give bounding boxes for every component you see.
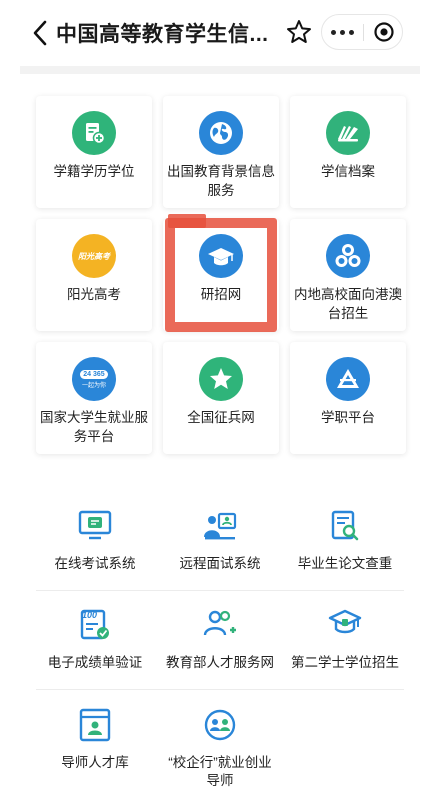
card-label: 出国教育背景信息服务 xyxy=(167,164,275,198)
talent-service-icon xyxy=(203,610,236,636)
tool-transcript-verify[interactable]: 100 电子成绩单验证 xyxy=(30,607,160,687)
card-conscription[interactable]: 全国征兵网 xyxy=(163,342,279,454)
three-circles-icon xyxy=(326,234,370,278)
card-hk-macao-taiwan[interactable]: 内地高校面向港澳台招生 xyxy=(290,219,406,331)
mentor-library-icon xyxy=(79,708,111,742)
online-exam-icon xyxy=(78,510,112,540)
highlight-annotation-stroke xyxy=(168,214,206,228)
card-label: 学籍学历学位 xyxy=(53,164,135,179)
tool-label: 远程面试系统 xyxy=(179,556,261,571)
logo-text-bottom: 一起为你 xyxy=(81,382,106,389)
card-employment-platform[interactable]: 24 365 一起为你 国家大学生就业服务平台 xyxy=(36,342,152,454)
card-overseas-education[interactable]: 出国教育背景信息服务 xyxy=(163,96,279,208)
tool-label: 在线考试系统 xyxy=(54,556,136,571)
card-label: 内地高校面向港澳台招生 xyxy=(294,287,402,321)
card-label: 学职平台 xyxy=(321,410,375,425)
tool-label: 电子成绩单验证 xyxy=(47,655,143,670)
back-arrow-icon[interactable] xyxy=(30,19,52,47)
tool-label: 毕业生论文查重 xyxy=(297,556,393,571)
tool-thesis-check[interactable]: 毕业生论文查重 xyxy=(280,508,410,588)
dot-icon xyxy=(349,29,354,35)
card-student-status[interactable]: 学籍学历学位 xyxy=(36,96,152,208)
target-circle-icon xyxy=(373,22,394,42)
mini-program-capsule xyxy=(321,14,403,50)
row-divider xyxy=(36,689,404,690)
24-365-logo-icon: 24 365 一起为你 xyxy=(72,357,116,401)
tool-label: 导师人才库 xyxy=(61,755,129,770)
books-icon xyxy=(326,111,370,155)
thesis-check-icon xyxy=(331,510,359,541)
page-title: 中国高等教育学生信... xyxy=(56,23,269,46)
card-label: 阳光高考 xyxy=(67,287,121,302)
nav-bar: 中国高等教育学生信... xyxy=(0,0,448,66)
card-student-archive[interactable]: 学信档案 xyxy=(290,96,406,208)
career-mentor-icon xyxy=(204,709,236,741)
close-mini-program-button[interactable] xyxy=(363,15,404,49)
more-options-button[interactable] xyxy=(322,15,363,49)
dot-icon xyxy=(331,29,336,35)
tool-label: 第二学士学位招生 xyxy=(291,655,399,670)
header-separator xyxy=(20,66,420,74)
score-badge: 100 xyxy=(82,610,98,620)
card-career-platform[interactable]: 学职平台 xyxy=(290,342,406,454)
star-icon xyxy=(199,357,243,401)
second-degree-icon xyxy=(328,609,362,634)
card-label: 国家大学生就业服务平台 xyxy=(40,410,148,444)
row-divider xyxy=(36,590,404,591)
favorite-star-icon[interactable] xyxy=(283,16,315,48)
graduation-cap-icon xyxy=(199,234,243,278)
document-plus-icon xyxy=(72,111,116,155)
dot-icon xyxy=(340,29,345,35)
tool-remote-interview[interactable]: 远程面试系统 xyxy=(155,508,285,588)
tool-label: “校企行”就业创业导师 xyxy=(168,755,272,788)
tool-talent-service[interactable]: 教育部人才服务网 xyxy=(155,607,285,687)
tool-mentor-library[interactable]: 导师人才库 xyxy=(30,707,160,787)
card-yanzhao[interactable]: 研招网 xyxy=(163,219,279,331)
tool-career-mentor[interactable]: “校企行”就业创业导师 xyxy=(155,707,285,788)
card-label: 全国征兵网 xyxy=(187,410,255,425)
tool-online-exam[interactable]: 在线考试系统 xyxy=(30,508,160,588)
globe-icon xyxy=(199,111,243,155)
triangle-logo-icon xyxy=(326,357,370,401)
card-label: 研招网 xyxy=(200,287,242,302)
sun-logo-icon: 阳光高考 xyxy=(72,234,116,278)
card-label: 学信档案 xyxy=(321,164,375,179)
logo-text-top: 24 365 xyxy=(80,369,108,379)
card-sunshine-gaokao[interactable]: 阳光高考 阳光高考 xyxy=(36,219,152,331)
tool-second-degree[interactable]: 第二学士学位招生 xyxy=(280,607,410,687)
logo-text: 阳光高考 xyxy=(78,251,110,261)
tool-label: 教育部人才服务网 xyxy=(166,655,274,670)
remote-interview-icon xyxy=(204,512,237,540)
